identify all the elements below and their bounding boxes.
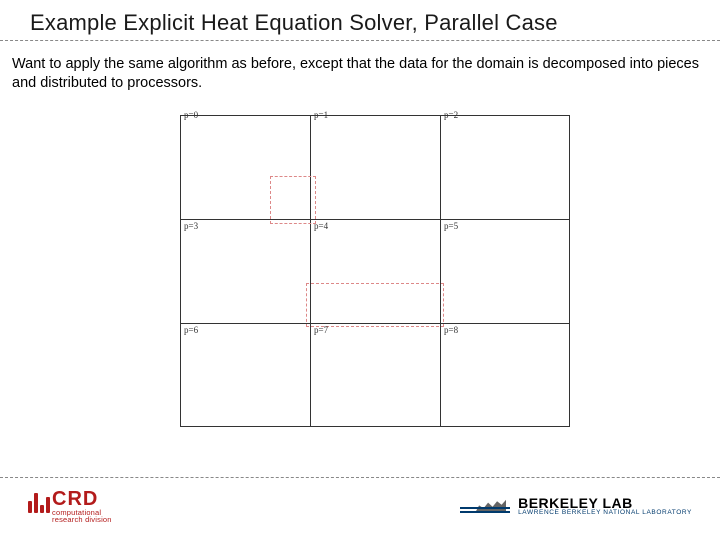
berkeley-lab-text: BERKELEY LAB bbox=[518, 496, 692, 510]
proc-label: p=1 bbox=[314, 110, 328, 120]
crd-logo-text: CRD bbox=[52, 489, 112, 509]
grid-vline bbox=[310, 115, 311, 427]
grid-hline bbox=[180, 219, 570, 220]
footer: CRD computational research division BERK… bbox=[28, 482, 692, 530]
crd-bars-icon bbox=[28, 489, 50, 513]
berkeley-lab-logo: BERKELEY LAB LAWRENCE BERKELEY NATIONAL … bbox=[460, 493, 692, 519]
proc-label: p=7 bbox=[314, 325, 328, 335]
title-underline bbox=[0, 40, 720, 41]
proc-label: p=6 bbox=[184, 325, 198, 335]
slide: Example Explicit Heat Equation Solver, P… bbox=[0, 0, 720, 540]
grid-outer bbox=[180, 115, 570, 427]
proc-label: p=3 bbox=[184, 221, 198, 231]
proc-label: p=5 bbox=[444, 221, 458, 231]
proc-label: p=0 bbox=[184, 110, 198, 120]
berkeley-lab-mark-icon bbox=[460, 493, 510, 519]
proc-label: p=2 bbox=[444, 110, 458, 120]
ghost-region bbox=[306, 283, 444, 327]
footer-divider bbox=[0, 477, 720, 478]
grid-vline bbox=[440, 115, 441, 427]
proc-label: p=4 bbox=[314, 221, 328, 231]
slide-body-text: Want to apply the same algorithm as befo… bbox=[12, 55, 700, 93]
crd-logo-sub: research division bbox=[52, 516, 112, 524]
proc-label: p=8 bbox=[444, 325, 458, 335]
crd-logo: CRD computational research division bbox=[28, 489, 112, 524]
ghost-region bbox=[270, 176, 316, 224]
domain-decomposition-diagram: p=0 p=1 p=2 p=3 p=4 p=5 p=6 p=7 p=8 bbox=[180, 110, 570, 440]
berkeley-lab-sub: LAWRENCE BERKELEY NATIONAL LABORATORY bbox=[518, 510, 692, 517]
slide-title: Example Explicit Heat Equation Solver, P… bbox=[30, 10, 700, 36]
